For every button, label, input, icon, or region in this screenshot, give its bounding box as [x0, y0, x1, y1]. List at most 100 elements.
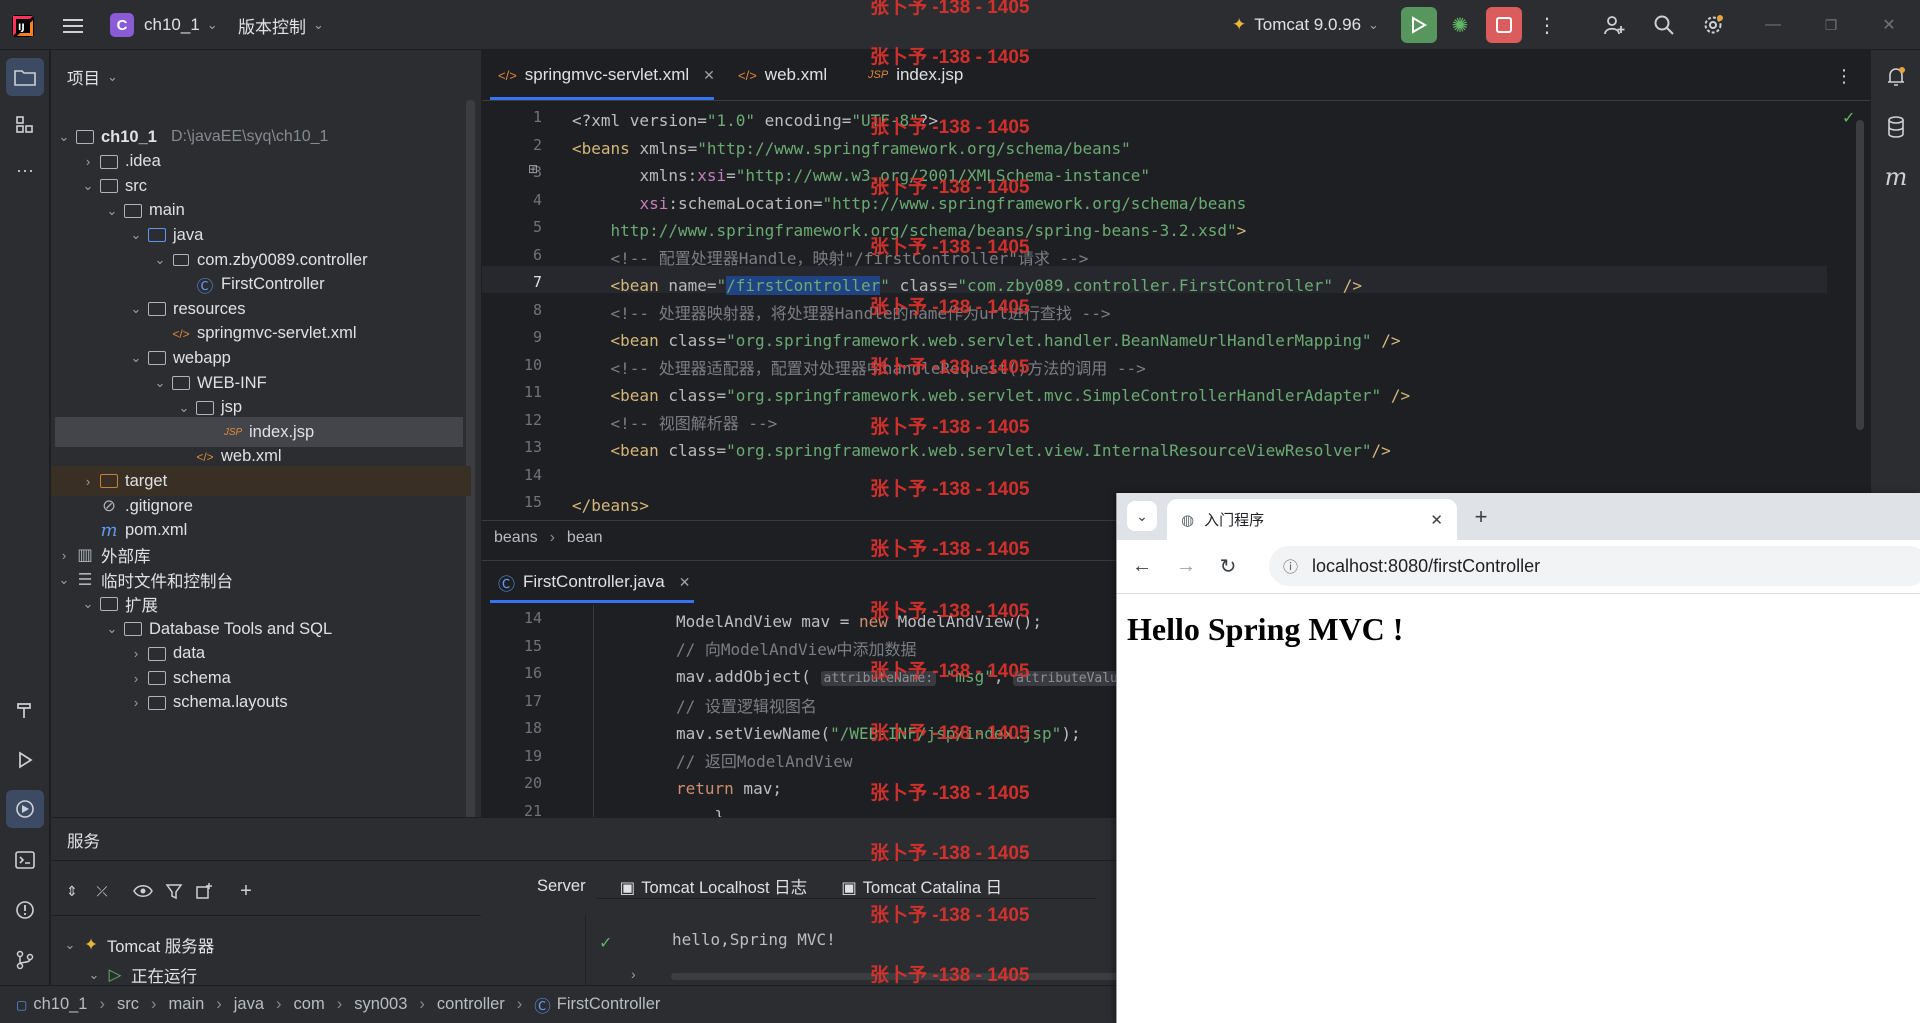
project-folder-icon[interactable] — [6, 58, 44, 96]
chevron-right-icon[interactable]: › — [127, 646, 145, 661]
no-problems-check-icon: ✓ — [1842, 110, 1856, 127]
search-icon[interactable] — [1648, 10, 1680, 40]
chevron-down-icon[interactable]: ⌄ — [79, 178, 97, 194]
services-icon[interactable] — [6, 790, 44, 828]
tab-list-chevron-icon[interactable]: ⌄ — [1127, 501, 1157, 531]
git-icon[interactable] — [10, 945, 40, 975]
filter-icon[interactable] — [163, 880, 185, 902]
browser-tab[interactable]: ◍ 入门程序 ✕ — [1167, 499, 1457, 540]
status-crumb[interactable]: FirstController — [557, 995, 661, 1014]
minimize-window-icon[interactable]: — — [1760, 12, 1786, 38]
site-info-icon[interactable]: ⓘ — [1283, 556, 1298, 577]
close-tab-icon[interactable]: ✕ — [679, 574, 691, 591]
new-group-icon[interactable] — [193, 880, 215, 902]
tab-label: Tomcat Localhost 日志 — [641, 879, 808, 897]
source-folder-icon — [145, 228, 169, 243]
status-crumb[interactable]: syn003 — [354, 995, 407, 1014]
more-actions-icon[interactable]: ⋮ — [1535, 10, 1559, 40]
close-tab-icon[interactable]: ✕ — [703, 67, 715, 84]
breadcrumb-item-bean[interactable]: bean — [567, 529, 603, 547]
chevron-down-icon[interactable]: ⌄ — [103, 621, 121, 637]
chevron-down-icon[interactable]: ⌄ — [79, 596, 97, 612]
chevron-down-icon[interactable]: ⌄ — [127, 350, 145, 366]
new-tab-icon[interactable]: + — [1467, 503, 1495, 531]
app-logo-icon[interactable]: IJ — [10, 13, 36, 39]
chevron-down-icon[interactable]: ⌄ — [151, 252, 169, 268]
chevron-down-icon[interactable]: ⌄ — [127, 227, 145, 243]
run-config-selector[interactable]: ✦ Tomcat 9.0.96 ⌄ — [1232, 0, 1379, 50]
maven-m-icon[interactable]: m — [1881, 162, 1911, 192]
breadcrumb-item-beans[interactable]: beans — [494, 529, 538, 547]
vcs-label: 版本控制 — [238, 17, 306, 37]
service-item-tomcat[interactable]: ⌄ ✦ Tomcat 服务器 — [61, 930, 481, 960]
back-arrow-icon[interactable]: ← — [1127, 551, 1157, 581]
status-crumb[interactable]: src — [117, 995, 139, 1014]
forward-arrow-icon[interactable]: → — [1171, 551, 1201, 581]
status-crumb[interactable]: java — [234, 995, 264, 1014]
close-tab-icon[interactable]: ✕ — [1430, 511, 1443, 529]
add-user-icon[interactable] — [1598, 10, 1630, 40]
run-config-label: Tomcat 9.0.96 — [1254, 15, 1362, 34]
collapse-all-icon[interactable]: ⤫ — [91, 880, 113, 902]
watermark-text: 张卜予 -138 - 1405 — [870, 601, 1030, 622]
main-menu-icon[interactable] — [60, 13, 86, 39]
status-crumb[interactable]: com — [294, 995, 325, 1014]
chevron-down-icon[interactable]: ⌄ — [55, 129, 73, 145]
xml-file-icon: </> — [172, 326, 190, 341]
notifications-bell-icon[interactable] — [1881, 62, 1911, 92]
problems-icon[interactable] — [10, 895, 40, 925]
tab-tomcat-localhost-log[interactable]: ▣ Tomcat Localhost 日志 — [620, 874, 808, 898]
status-crumb[interactable]: controller — [437, 995, 505, 1014]
chevron-down-icon[interactable]: ⌄ — [175, 400, 193, 416]
bean-gutter-icon[interactable]: ⊞ — [528, 162, 538, 176]
chevron-right-icon[interactable]: › — [79, 154, 97, 169]
library-icon: ▥ — [77, 546, 93, 565]
editor-more-icon[interactable]: ⋮ — [1832, 64, 1856, 88]
build-hammer-icon[interactable] — [10, 695, 40, 725]
chevron-right-icon[interactable]: › — [127, 671, 145, 686]
chevron-down-icon[interactable]: ⌄ — [103, 203, 121, 219]
close-window-icon[interactable]: ✕ — [1876, 12, 1902, 38]
line-number: 8 — [532, 300, 542, 319]
debug-icon[interactable]: ✺ — [1445, 10, 1475, 40]
add-service-icon[interactable]: + — [235, 880, 257, 902]
chevron-down-icon[interactable]: ⌄ — [151, 375, 169, 391]
maximize-window-icon[interactable]: ❐ — [1818, 12, 1844, 38]
chevron-right-icon[interactable]: › — [127, 695, 145, 710]
eye-icon[interactable] — [131, 880, 155, 902]
chevron-down-icon[interactable]: ⌄ — [55, 572, 73, 588]
status-crumb[interactable]: ch10_1 — [33, 995, 87, 1014]
services-tabs: Server ▣ Tomcat Localhost 日志 ▣ Tomcat Cata… — [537, 868, 1002, 904]
address-bar[interactable]: ⓘ localhost:8080/firstController — [1269, 546, 1920, 586]
chevron-right-icon[interactable]: › — [631, 966, 636, 982]
settings-gear-icon[interactable] — [1697, 10, 1729, 40]
xml-file-icon: </> — [738, 67, 757, 83]
chevron-right-icon[interactable]: › — [79, 474, 97, 489]
database-icon[interactable] — [1881, 112, 1911, 142]
project-switcher[interactable]: C ch10_1 ⌄ — [110, 0, 218, 50]
tree-item-label: 扩展 — [125, 597, 158, 616]
structure-icon[interactable] — [10, 110, 40, 140]
reload-icon[interactable]: ↻ — [1213, 551, 1243, 581]
folder-icon — [169, 376, 193, 390]
run-icon[interactable] — [10, 745, 40, 775]
chevron-right-icon[interactable]: › — [55, 548, 73, 563]
tab-tomcat-catalina-log[interactable]: ▣ Tomcat Catalina 日 — [841, 874, 1002, 898]
more-tools-icon[interactable]: ··· — [10, 155, 40, 185]
chevron-down-icon: ⌄ — [88, 967, 100, 982]
vcs-menu[interactable]: 版本控制 ⌄ — [238, 0, 324, 50]
chevron-down-icon[interactable]: ⌄ — [127, 301, 145, 317]
tree-item[interactable]: › schema.layouts — [51, 688, 471, 718]
tab-web-xml[interactable]: </> web.xml — [722, 50, 852, 100]
running-play-icon: ▷ — [108, 966, 122, 984]
rerun-button[interactable] — [1401, 7, 1437, 43]
stop-button[interactable] — [1486, 7, 1522, 43]
terminal-icon[interactable] — [10, 845, 40, 875]
tree-item-label: resources — [173, 299, 246, 318]
jsp-file-icon: JSP — [223, 426, 243, 438]
watermark-text: 张卜予 -138 - 1405 — [870, 479, 1030, 500]
expand-all-icon[interactable]: ⇕ — [61, 880, 83, 902]
tab-server[interactable]: Server — [537, 877, 586, 896]
editor-scrollbar[interactable] — [1856, 120, 1864, 430]
status-crumb[interactable]: main — [168, 995, 204, 1014]
